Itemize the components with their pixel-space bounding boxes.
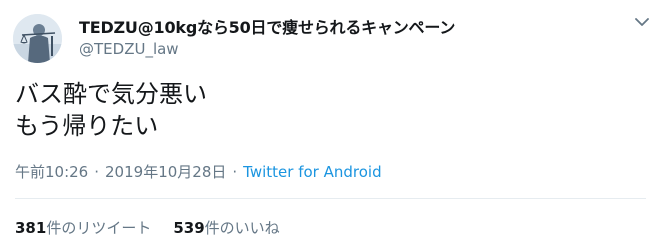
like-count-label: 件のいいね xyxy=(204,219,280,237)
tweet-source-link[interactable]: Twitter for Android xyxy=(243,163,381,181)
statue-icon xyxy=(13,14,62,63)
tweet-text-line: バス酔で気分悪い xyxy=(15,80,207,108)
retweet-count-label: 件のリツイート xyxy=(46,219,152,237)
user-handle[interactable]: @TEDZU_law xyxy=(79,40,179,58)
chevron-down-icon[interactable] xyxy=(634,16,650,28)
tweet-text-line: もう帰りたい xyxy=(15,112,159,140)
tweet-metadata: 午前10:26 · 2019年10月28日 · Twitter for Andr… xyxy=(15,161,382,182)
like-count[interactable]: 539件のいいね xyxy=(173,217,279,238)
tweet-time[interactable]: 午前10:26 xyxy=(15,161,88,182)
tweet-date[interactable]: 2019年10月28日 xyxy=(105,161,226,182)
tweet-stats: 381件のリツイート 539件のいいね xyxy=(15,217,280,238)
retweet-count-number: 381 xyxy=(15,219,47,237)
tweet-text: バス酔で気分悪い もう帰りたい xyxy=(15,78,207,142)
separator: · xyxy=(232,163,238,181)
avatar[interactable] xyxy=(13,14,62,63)
display-name[interactable]: TEDZU@10kgなら50日で痩せられるキャンペーン xyxy=(79,14,455,38)
like-count-number: 539 xyxy=(173,219,205,237)
divider xyxy=(15,198,646,199)
retweet-count[interactable]: 381件のリツイート xyxy=(15,217,151,238)
separator: · xyxy=(94,163,100,181)
